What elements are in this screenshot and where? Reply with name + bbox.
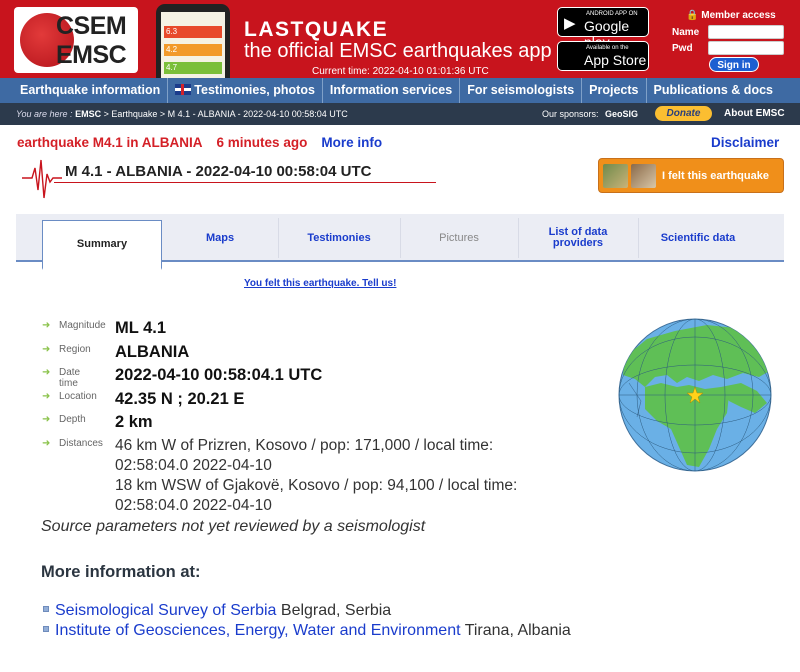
name-label: Name <box>672 27 700 38</box>
logo-text-csem: CSEM <box>56 12 127 40</box>
phone-row: 4.7 <box>164 62 222 74</box>
uk-flag-icon <box>175 84 192 95</box>
nav-earthquake-information[interactable]: Earthquake information <box>0 78 169 103</box>
sponsor-geosig[interactable]: GeoSIG <box>605 109 638 119</box>
lock-icon: 🔒 <box>686 10 699 21</box>
sponsors: Our sponsors: GeoSIG <box>542 109 638 119</box>
breadcrumb-trail[interactable]: > Earthquake > M 4.1 - ALBANIA - 2022-04… <box>104 109 348 119</box>
app-store-big: App Store <box>584 52 647 68</box>
agency-place: Tirana, Albania <box>464 622 571 639</box>
main-nav: Earthquake information Testimonies, phot… <box>0 78 800 103</box>
google-play-button[interactable]: ▶ ANDROID APP ON Google play <box>557 7 649 50</box>
felt-photo-thumb <box>603 164 628 188</box>
member-access-label: 🔒 Member access <box>686 10 776 21</box>
title-underline <box>54 182 436 183</box>
breadcrumb-bar: You are here : EMSC > Earthquake > M 4.1… <box>0 103 800 125</box>
about-emsc-link[interactable]: About EMSC <box>724 108 785 119</box>
felt-button-label: I felt this earthquake <box>662 170 769 182</box>
breadcrumb-emsc[interactable]: EMSC <box>75 109 101 119</box>
sign-in-button[interactable]: Sign in <box>709 57 759 72</box>
magnitude-label: Magnitude <box>59 320 106 331</box>
sponsor-label: Our sponsors: <box>542 109 599 119</box>
tab-divider <box>518 218 519 258</box>
phone-app-image: 6.3 4.2 4.7 <box>156 4 230 80</box>
green-arrow-icon: ➜ <box>42 391 51 402</box>
green-arrow-icon: ➜ <box>42 344 51 355</box>
breadcrumb: You are here : EMSC > Earthquake > M 4.1… <box>16 109 348 119</box>
site-header: CSEM EMSC 6.3 4.2 4.7 LASTQUAKE the offi… <box>0 0 800 80</box>
agency-link[interactable]: Seismological Survey of Serbia <box>55 602 276 619</box>
donate-button[interactable]: Donate <box>655 106 712 121</box>
green-arrow-icon: ➜ <box>42 438 51 449</box>
tab-summary[interactable]: Summary <box>42 220 162 270</box>
depth-value: 2 km <box>115 413 153 431</box>
tab-pictures[interactable]: Pictures <box>400 214 518 262</box>
nav-information-services[interactable]: Information services <box>323 78 461 103</box>
nav-publications-docs[interactable]: Publications & docs <box>647 78 780 103</box>
agency-link[interactable]: Institute of Geosciences, Energy, Water … <box>55 622 461 639</box>
current-time: Current time: 2022-04-10 01:01:36 UTC <box>312 66 489 77</box>
region-value: ALBANIA <box>115 343 190 361</box>
tab-data-providers[interactable]: List of data providers <box>532 214 624 262</box>
event-headline-text: earthquake M4.1 in ALBANIA <box>17 135 203 150</box>
play-store-icon: ▶ <box>564 15 576 32</box>
seismogram-icon <box>22 159 62 199</box>
nav-projects[interactable]: Projects <box>582 78 647 103</box>
felt-earthquake-button[interactable]: I felt this earthquake <box>598 158 784 193</box>
location-value: 42.35 N ; 20.21 E <box>115 390 245 408</box>
phone-row: 6.3 <box>164 26 222 38</box>
tab-scientific-data[interactable]: Scientific data <box>638 214 758 262</box>
bullet-icon <box>43 606 49 612</box>
magnitude-value: ML 4.1 <box>115 319 167 337</box>
green-arrow-icon: ➜ <box>42 414 51 425</box>
depth-label: Depth <box>59 414 86 425</box>
location-label: Location <box>59 391 97 402</box>
more-info-link[interactable]: More info <box>321 135 382 150</box>
event-title: M 4.1 - ALBANIA - 2022-04-10 00:58:04 UT… <box>65 163 372 180</box>
distance-line: 18 km WSW of Gjakovë, Kosovo / pop: 94,1… <box>115 477 518 494</box>
region-label: Region <box>59 344 91 355</box>
nav-testimonies-label: Testimonies, photos <box>194 83 315 97</box>
tab-maps[interactable]: Maps <box>162 214 278 262</box>
breadcrumb-prefix: You are here : <box>16 109 73 119</box>
name-input[interactable] <box>708 25 784 39</box>
review-note: Source parameters not yet reviewed by a … <box>41 518 426 535</box>
password-input[interactable] <box>708 41 784 55</box>
app-title: LASTQUAKE <box>244 18 389 41</box>
agency-link-row: Institute of Geosciences, Energy, Water … <box>43 622 571 640</box>
pwd-label: Pwd <box>672 43 693 54</box>
distance-line: 02:58:04.0 2022-04-10 <box>115 457 272 474</box>
epicenter-globe-map[interactable] <box>617 317 773 473</box>
datetime-label: Date time <box>59 367 81 389</box>
bullet-icon <box>43 626 49 632</box>
google-play-small: ANDROID APP ON <box>586 11 638 17</box>
felt-photo-thumb <box>631 164 656 188</box>
tell-us-link[interactable]: You felt this earthquake. Tell us! <box>244 278 396 289</box>
csem-emsc-logo[interactable]: CSEM EMSC <box>14 7 138 73</box>
disclaimer-link[interactable]: Disclaimer <box>711 135 779 150</box>
tab-testimonies[interactable]: Testimonies <box>278 214 400 262</box>
distance-line: 02:58:04.0 2022-04-10 <box>115 497 272 514</box>
agency-link-row: Seismological Survey of Serbia Belgrad, … <box>43 602 391 620</box>
agency-place: Belgrad, Serbia <box>280 602 392 619</box>
green-arrow-icon: ➜ <box>42 367 51 378</box>
app-store-small: Available on the <box>586 45 629 51</box>
more-info-heading: More information at: <box>41 563 201 581</box>
event-ago: 6 minutes ago <box>216 135 308 150</box>
event-headline: earthquake M4.1 in ALBANIA 6 minutes ago M… <box>17 135 382 150</box>
logo-text-emsc: EMSC <box>56 41 127 69</box>
distances-label: Distances <box>59 438 103 449</box>
distance-line: 46 km W of Prizren, Kosovo / pop: 171,00… <box>115 437 494 454</box>
green-arrow-icon: ➜ <box>42 320 51 331</box>
tab-bar: Summary Maps Testimonies Pictures List o… <box>16 214 784 270</box>
nav-for-seismologists[interactable]: For seismologists <box>460 78 583 103</box>
member-access-text: Member access <box>701 10 776 21</box>
app-store-button[interactable]: Available on the App Store <box>557 41 649 71</box>
datetime-value: 2022-04-10 00:58:04.1 UTC <box>115 366 323 384</box>
app-subtitle: the official EMSC earthquakes app <box>244 40 552 62</box>
nav-testimonies-photos[interactable]: Testimonies, photos <box>168 78 323 103</box>
phone-row: 4.2 <box>164 44 222 56</box>
